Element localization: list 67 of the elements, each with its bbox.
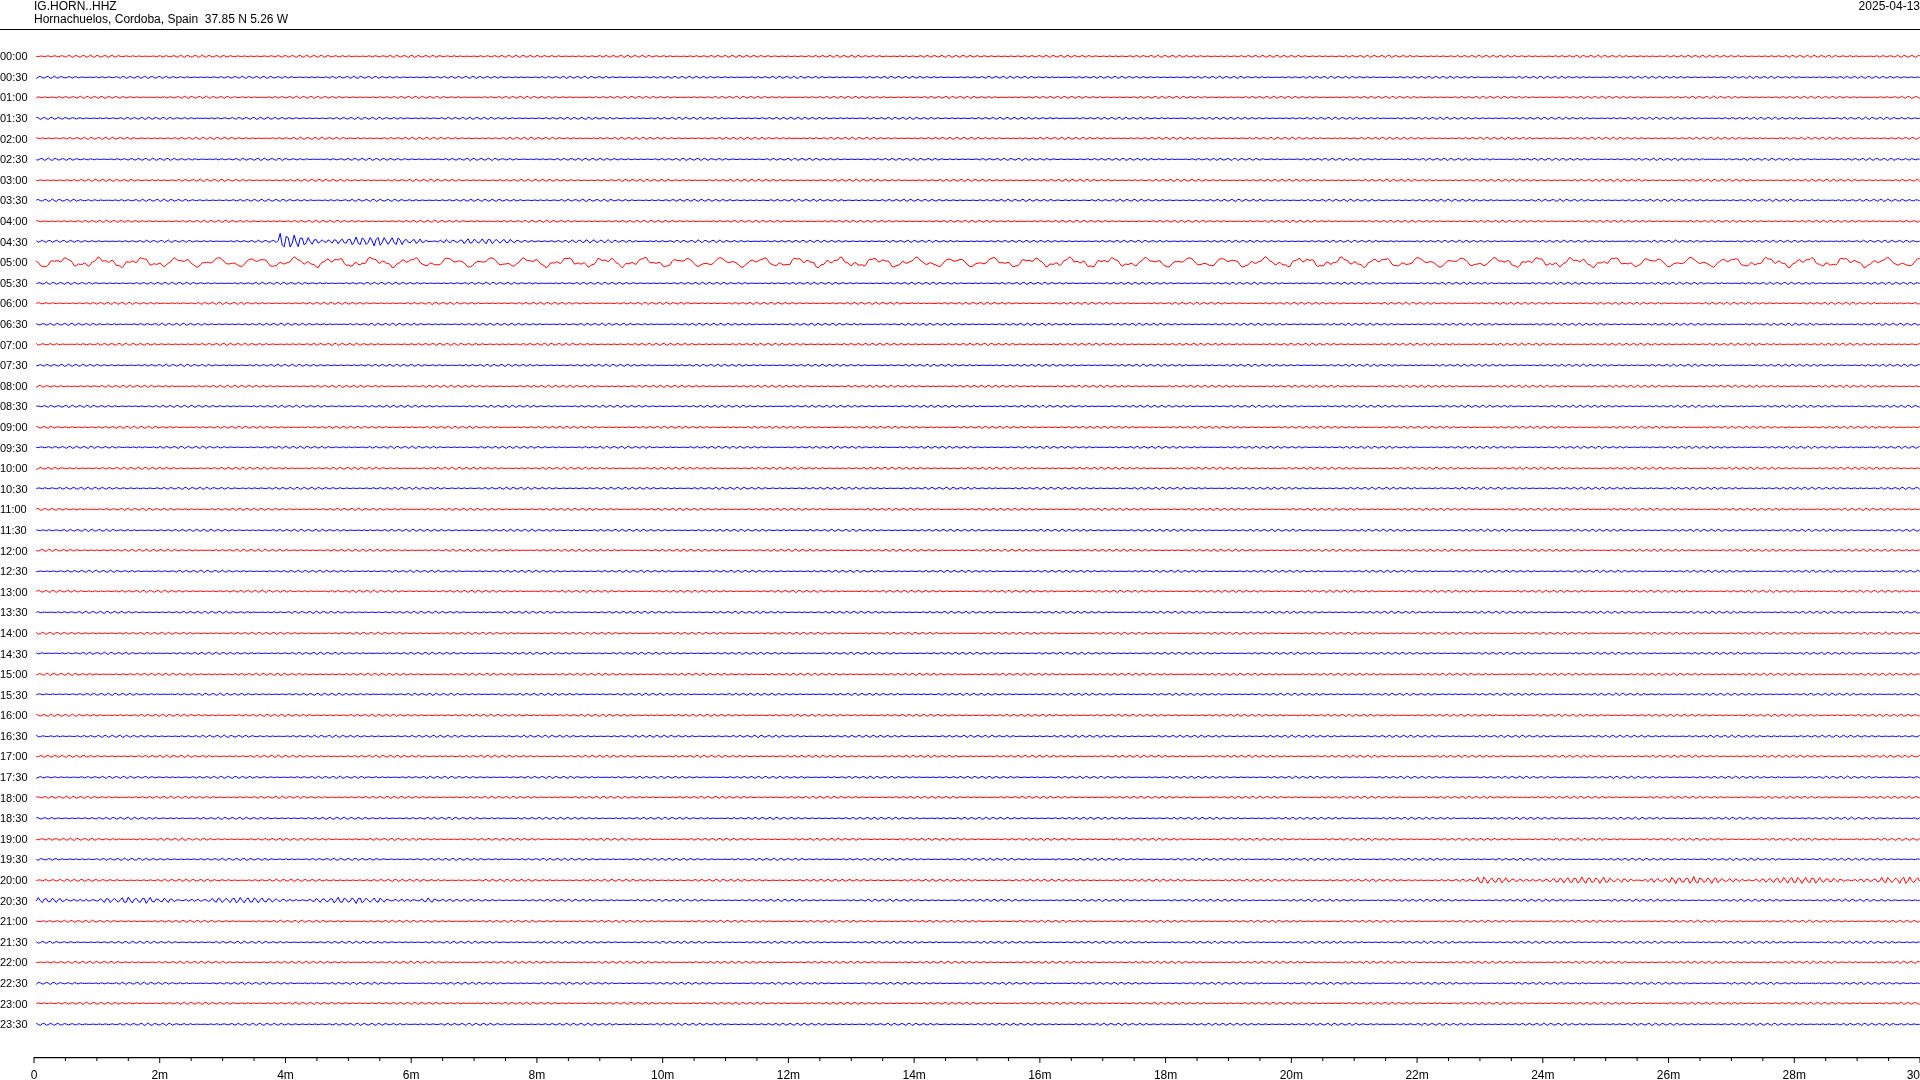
time-label: 16:00	[0, 709, 29, 722]
time-label: 03:30	[0, 194, 29, 207]
time-label: 13:00	[0, 585, 29, 598]
time-label: 00:30	[0, 70, 29, 83]
axis-tick-label: 4m	[277, 1067, 294, 1080]
time-label: 03:00	[0, 173, 29, 186]
time-label: 10:00	[0, 462, 29, 475]
axis-tick-label: 26m	[1656, 1067, 1681, 1080]
time-label: 18:00	[0, 791, 29, 804]
axis-tick-label: 14m	[902, 1067, 926, 1080]
time-label: 04:30	[0, 235, 29, 248]
axis-tick-label: 24m	[1531, 1067, 1555, 1080]
station-code: IG.HORN..HHZ	[34, 0, 118, 13]
axis-tick-label: 8m	[528, 1067, 546, 1080]
time-label: 23:00	[0, 997, 29, 1010]
time-label: 12:30	[0, 565, 29, 578]
axis-tick-label: 16m	[1028, 1067, 1052, 1080]
time-label: 05:00	[0, 256, 29, 269]
time-label: 09:30	[0, 441, 29, 454]
time-label: 07:00	[0, 338, 29, 351]
time-label: 05:30	[0, 276, 29, 289]
time-label: 22:00	[0, 956, 29, 969]
axis-tick-label: 28m	[1782, 1067, 1806, 1080]
axis-tick-label: 12m	[776, 1067, 801, 1080]
time-label: 20:00	[0, 874, 29, 887]
station-location: Hornachuelos, Cordoba, Spain 37.85 N 5.26 W	[34, 13, 289, 26]
time-label: 11:30	[0, 523, 28, 536]
time-label: 02:30	[0, 153, 29, 166]
time-label: 06:00	[0, 297, 29, 310]
time-label: 18:30	[0, 812, 29, 825]
time-label: 07:30	[0, 359, 29, 372]
time-label: 09:00	[0, 421, 29, 433]
axis-tick-label: 20m	[1279, 1067, 1303, 1080]
time-label: 00:00	[0, 50, 29, 63]
time-label: 01:00	[0, 91, 29, 104]
time-label: 15:00	[0, 668, 29, 681]
time-label: 23:30	[0, 1018, 29, 1031]
time-label: 20:30	[0, 894, 29, 907]
axis-tick-label: 2m	[151, 1067, 169, 1080]
time-label: 22:30	[0, 977, 29, 989]
time-label: 14:00	[0, 626, 29, 639]
time-label: 08:30	[0, 400, 29, 413]
time-label: 16:30	[0, 729, 29, 742]
time-label: 11:00	[0, 503, 28, 516]
axis-tick-label: 10m	[651, 1067, 675, 1080]
axis-tick-label: 22m	[1405, 1067, 1429, 1080]
time-label: 17:00	[0, 750, 29, 763]
date-label: 2025-04-13	[1858, 0, 1920, 15]
time-label: 19:30	[0, 853, 29, 866]
time-label: 06:30	[0, 318, 29, 330]
time-label: 10:30	[0, 482, 29, 495]
axis-tick-label: 0	[30, 1067, 38, 1080]
time-label: 21:00	[0, 915, 29, 928]
time-label: 19:00	[0, 832, 29, 845]
axis-tick-label: 6m	[402, 1067, 420, 1080]
time-label: 15:30	[0, 688, 29, 701]
time-label: 08:00	[0, 379, 29, 392]
axis-tick-label: 30	[1906, 1067, 1920, 1080]
time-label: 17:30	[0, 771, 29, 784]
time-label: 01:30	[0, 112, 29, 125]
time-label: 14:30	[0, 647, 29, 660]
axis-tick-label: 18m	[1153, 1067, 1178, 1080]
time-label: 13:30	[0, 606, 29, 619]
time-label: 21:30	[0, 935, 29, 948]
time-label: 12:00	[0, 544, 29, 557]
time-label: 02:00	[0, 132, 29, 145]
time-label: 04:00	[0, 215, 29, 228]
